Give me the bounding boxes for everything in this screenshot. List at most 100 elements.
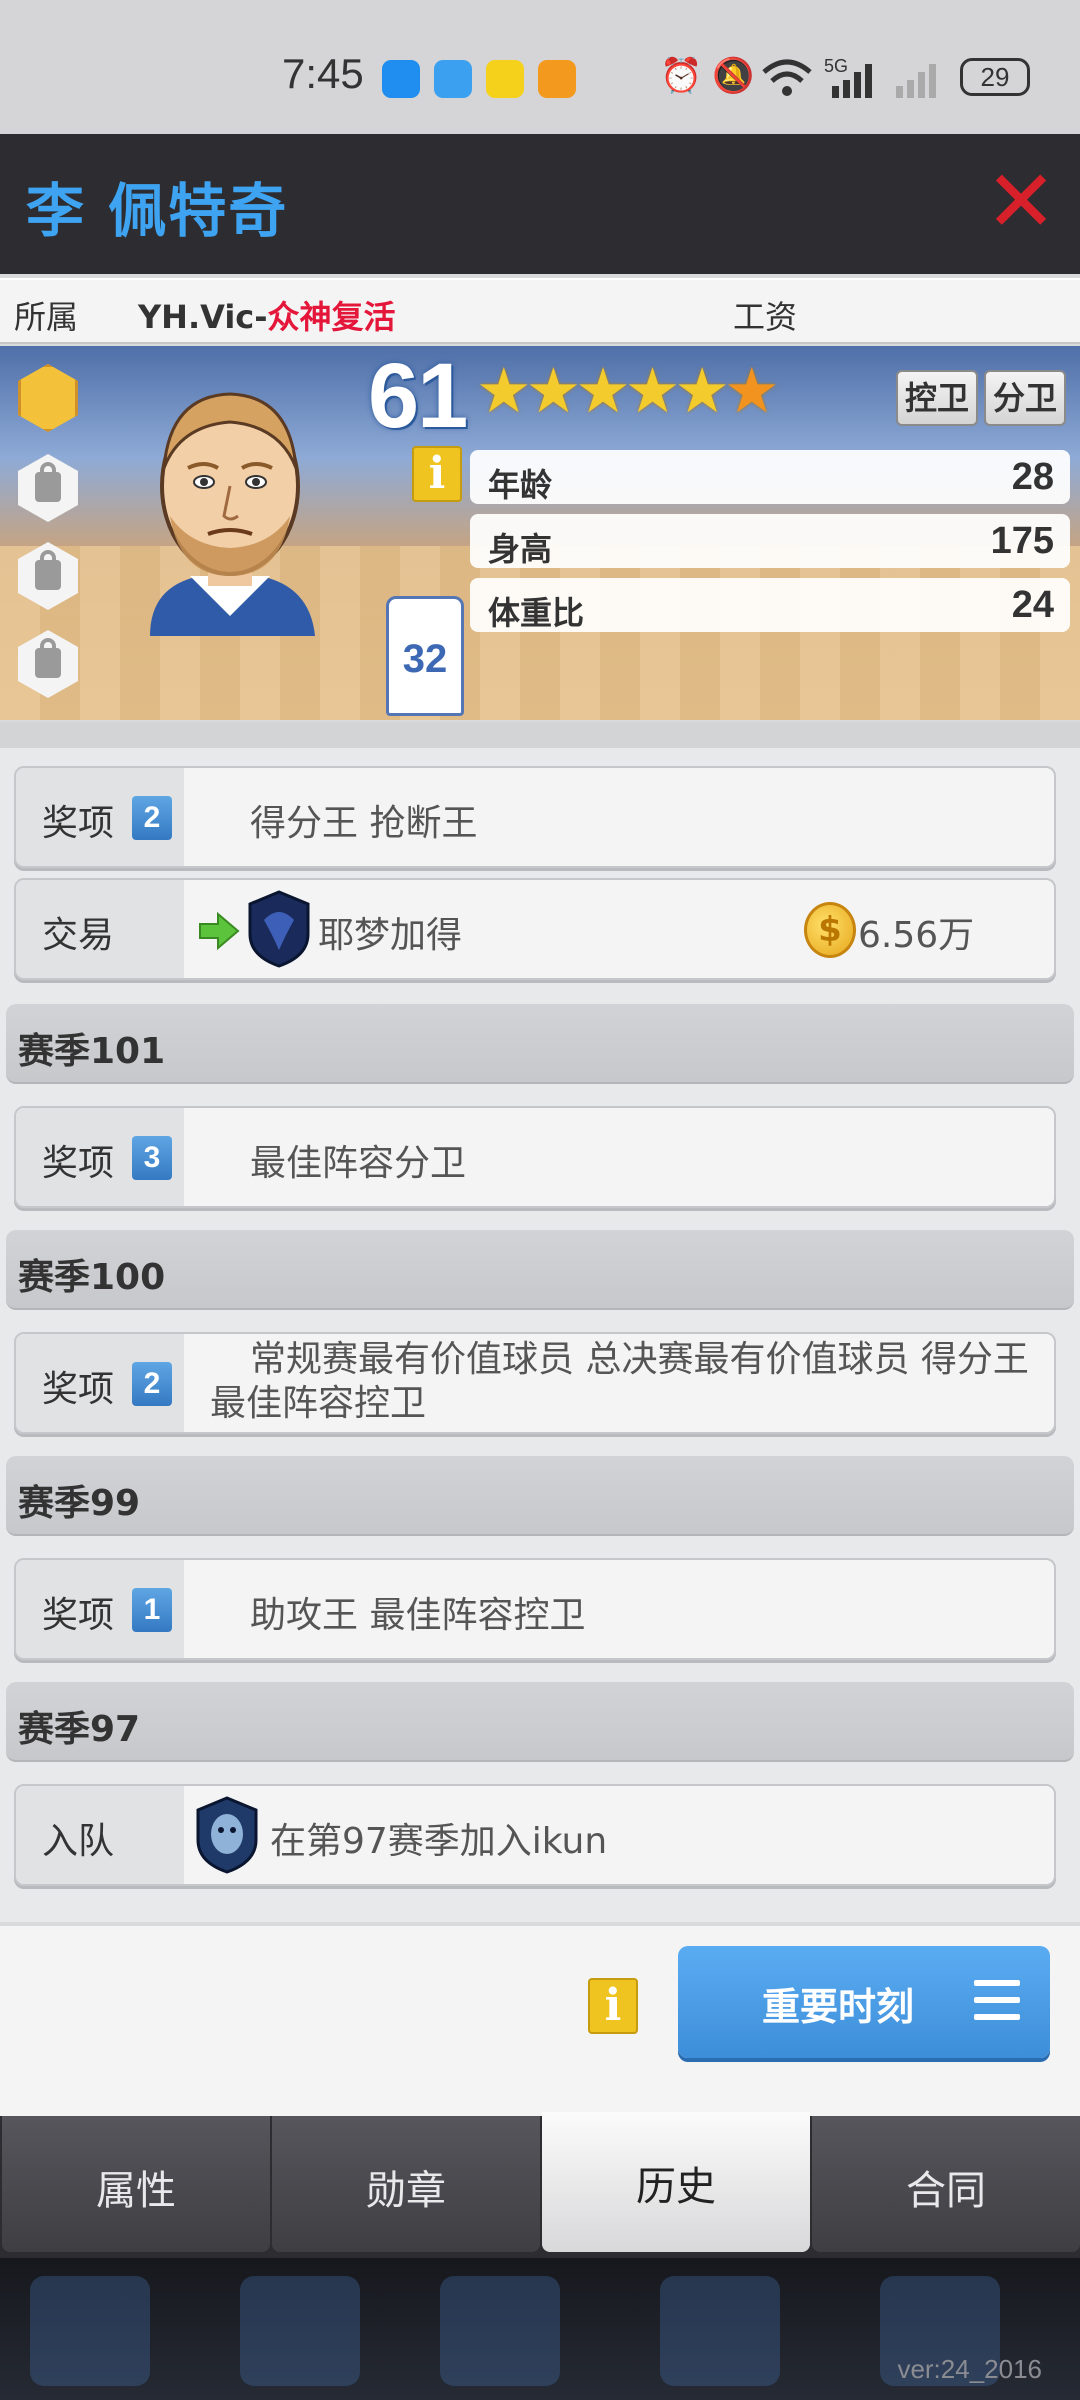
arrow-right-icon (199, 912, 240, 950)
footer-strip: ver:24_2016 (0, 2258, 1080, 2400)
award-count-badge: 1 (132, 1588, 172, 1632)
battery-indicator: 29 (960, 58, 1030, 96)
tab-medals[interactable]: 勋章 (272, 2116, 540, 2252)
position-tag: 分卫 (984, 370, 1066, 426)
team-name: YH.Vic-众神复活 (138, 292, 396, 338)
history-entry-trade: 交易 耶梦加得 $ 6.56万 (14, 878, 1056, 980)
trade-amount: 6.56万 (858, 915, 975, 956)
shield-app-icon (382, 60, 420, 98)
close-icon[interactable]: ✕ (985, 159, 1057, 245)
stat-value: 24 (1011, 584, 1054, 626)
menu-icon (974, 1980, 1020, 2020)
tab-label: 合同 (906, 2168, 986, 2214)
nav-ghost-icon (30, 2276, 150, 2386)
team-logo-icon[interactable] (194, 1796, 260, 1874)
info-icon[interactable]: i (412, 446, 462, 502)
star-icon: ★ (525, 354, 582, 427)
team-logo-icon[interactable] (246, 890, 312, 968)
entry-text: 得分王 抢断王 (250, 803, 478, 844)
season-title: 赛季100 (18, 1257, 166, 1298)
season-header: 赛季101 (6, 1004, 1074, 1084)
tab-bar: 属性 勋章 历史 合同 (0, 2112, 1080, 2258)
jersey-number: 32 (402, 637, 448, 681)
status-time: 7:45 (282, 50, 364, 97)
team-prefix: YH.Vic- (138, 298, 268, 336)
stat-label: 身高 (488, 530, 553, 568)
season-title: 赛季99 (18, 1483, 141, 1524)
alarm-icon: ⏰ (660, 56, 703, 96)
season-header: 赛季100 (6, 1230, 1074, 1310)
history-entry-award: 奖项 3 最佳阵容分卫 (14, 1106, 1056, 1208)
star-icon: ★ (575, 354, 631, 427)
tab-attributes[interactable]: 属性 (2, 2116, 270, 2252)
stat-label: 年龄 (488, 466, 553, 504)
stat-label: 体重比 (488, 594, 585, 632)
jersey-icon: 32 (386, 596, 464, 716)
version-label: ver:24_2016 (897, 2354, 1042, 2384)
position-tag: 控卫 (896, 370, 978, 426)
star-icon: ★ (674, 354, 730, 427)
entry-label: 奖项 (42, 1143, 115, 1184)
season-header: 赛季99 (6, 1456, 1074, 1536)
entry-text: 最佳阵容分卫 (250, 1143, 467, 1184)
tab-history[interactable]: 历史 (542, 2112, 810, 2252)
entry-label: 奖项 (42, 1369, 115, 1410)
tab-label: 属性 (96, 2168, 176, 2214)
player-card: 32 61 ★★★★★★ 控卫 分卫 i 年龄 28 身高 175 体重比 24 (0, 346, 1080, 720)
nav-ghost-icon (440, 2276, 560, 2386)
star-icon: ★ (624, 354, 681, 427)
award-count-badge: 2 (132, 1362, 172, 1406)
tab-label: 勋章 (366, 2168, 446, 2214)
award-count-badge: 3 (132, 1136, 172, 1180)
mute-icon: 🔕 (712, 56, 755, 96)
entry-text: 常规赛最有价值球员 总决赛最有价值球员 得分王 最佳阵容控卫 (210, 1339, 1029, 1424)
wallet-app-icon (538, 60, 576, 98)
affiliation-label: 所属 (14, 298, 79, 336)
coin-icon: $ (804, 902, 856, 958)
tab-contract[interactable]: 合同 (812, 2116, 1080, 2252)
signal-2-icon (896, 64, 936, 98)
key-moments-button[interactable]: 重要时刻 (678, 1946, 1050, 2058)
meituan-app-icon (486, 60, 524, 98)
entry-label: 入队 (42, 1821, 115, 1862)
key-moments-label: 重要时刻 (762, 1985, 915, 2029)
player-rating: 61 (368, 346, 468, 447)
star-icon: ★ (476, 354, 532, 427)
history-entry-join: 入队 在第97赛季加入ikun (14, 1784, 1056, 1886)
stat-row-weight-ratio: 体重比 24 (470, 578, 1070, 632)
bottom-panel: i 重要时刻 (0, 1926, 1080, 2116)
dialog-header: 李 佩特奇 ✕ (0, 134, 1080, 274)
list-shade (0, 722, 1080, 748)
wifi-icon (762, 59, 812, 96)
trade-team-name: 耶梦加得 (318, 915, 463, 956)
entry-label: 奖项 (42, 1595, 115, 1636)
status-bar: 7:45 ⏰ 🔕 5G 29 (0, 0, 1080, 134)
season-header: 赛季97 (6, 1682, 1074, 1762)
nav-ghost-icon (240, 2276, 360, 2386)
history-entry-award: 奖项 2 常规赛最有价值球员 总决赛最有价值球员 得分王 最佳阵容控卫 (14, 1332, 1056, 1434)
salary-label: 工资 (733, 298, 798, 336)
history-entry-award: 奖项 1 助攻王 最佳阵容控卫 (14, 1558, 1056, 1660)
entry-label: 交易 (42, 915, 115, 956)
badge-gold-icon[interactable] (18, 364, 78, 432)
history-entry-award: 奖项 2 得分王 抢断王 (14, 766, 1056, 868)
signal-icon (832, 64, 872, 98)
star-rating: ★★★★★★ (476, 360, 780, 422)
award-count-badge: 2 (132, 796, 172, 840)
search-app-icon (434, 60, 472, 98)
player-avatar (150, 392, 315, 636)
team-suffix: 众神复活 (267, 298, 396, 336)
entry-text: 助攻王 最佳阵容控卫 (250, 1595, 586, 1636)
star-icon: ★ (723, 354, 780, 427)
season-title: 赛季97 (18, 1709, 141, 1750)
player-name: 李 佩特奇 (26, 177, 289, 245)
entry-text: 在第97赛季加入ikun (270, 1821, 608, 1862)
entry-label: 奖项 (42, 803, 115, 844)
team-row: 所属 YH.Vic-众神复活 工资 (0, 278, 1080, 344)
info-icon[interactable]: i (588, 1978, 638, 2034)
stat-value: 175 (990, 520, 1054, 562)
stat-value: 28 (1011, 456, 1054, 498)
nav-ghost-icon (660, 2276, 780, 2386)
badge-lock-icon[interactable] (18, 454, 78, 522)
tab-label: 历史 (636, 2164, 716, 2210)
